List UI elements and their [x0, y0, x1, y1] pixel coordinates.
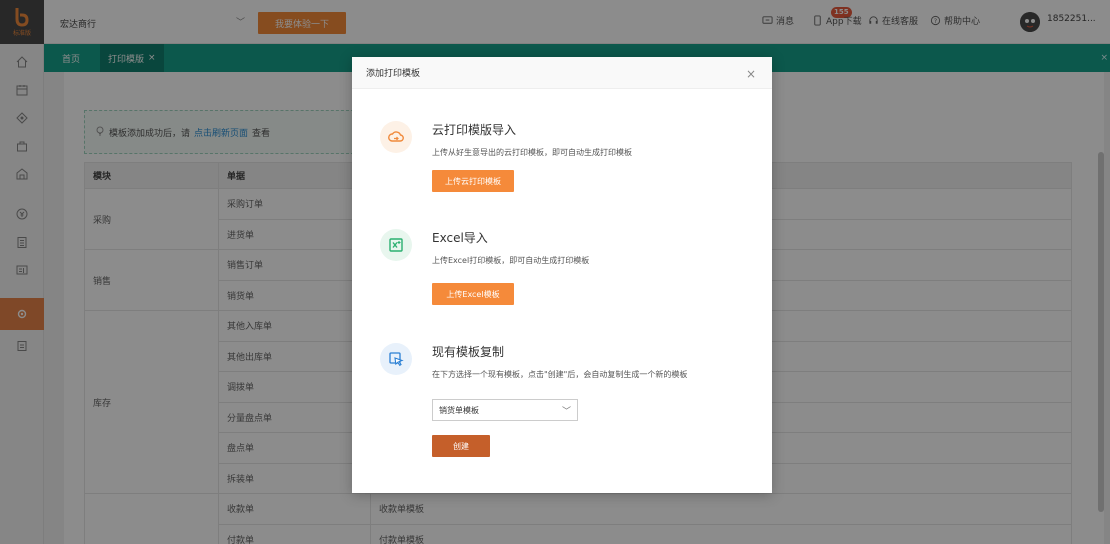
close-icon[interactable]: ×	[746, 67, 756, 81]
chevron-down-icon: ﹀	[561, 407, 571, 417]
cloud-import-description: 上传从好生意导出的云打印模板，即可自动生成打印模板	[432, 148, 632, 157]
existing-template-value: 销货单模板	[439, 405, 479, 415]
cursor-select-icon	[380, 343, 412, 375]
upload-cloud-template-button[interactable]: 上传云打印模板	[432, 170, 514, 192]
excel-icon	[380, 229, 412, 261]
cloud-import-title: 云打印模版导入	[432, 123, 517, 137]
excel-import-description: 上传Excel打印模板，即可自动生成打印模板	[432, 256, 590, 265]
cloud-import-section: 云打印模版导入 上传从好生意导出的云打印模板，即可自动生成打印模板 上传云打印模…	[380, 121, 750, 201]
cloud-upload-icon	[380, 121, 412, 153]
copy-template-title: 现有模板复制	[432, 345, 505, 359]
create-button[interactable]: 创建	[432, 435, 490, 457]
excel-import-section: Excel导入 上传Excel打印模板，即可自动生成打印模板 上传Excel模板	[380, 229, 750, 309]
excel-import-title: Excel导入	[432, 231, 488, 245]
copy-template-description: 在下方选择一个现有模板，点击"创建"后，会自动复制生成一个新的模板	[432, 370, 688, 379]
add-print-template-dialog: 添加打印模板 × 云打印模版导入 上传从好生意导出的云打印模板，即可自动生成打印…	[352, 57, 772, 493]
existing-template-select[interactable]: 销货单模板 ﹀	[432, 399, 578, 421]
dialog-title: 添加打印模板	[352, 57, 772, 89]
copy-template-section: 现有模板复制 在下方选择一个现有模板，点击"创建"后，会自动复制生成一个新的模板…	[380, 343, 750, 463]
upload-excel-template-button[interactable]: 上传Excel模板	[432, 283, 514, 305]
